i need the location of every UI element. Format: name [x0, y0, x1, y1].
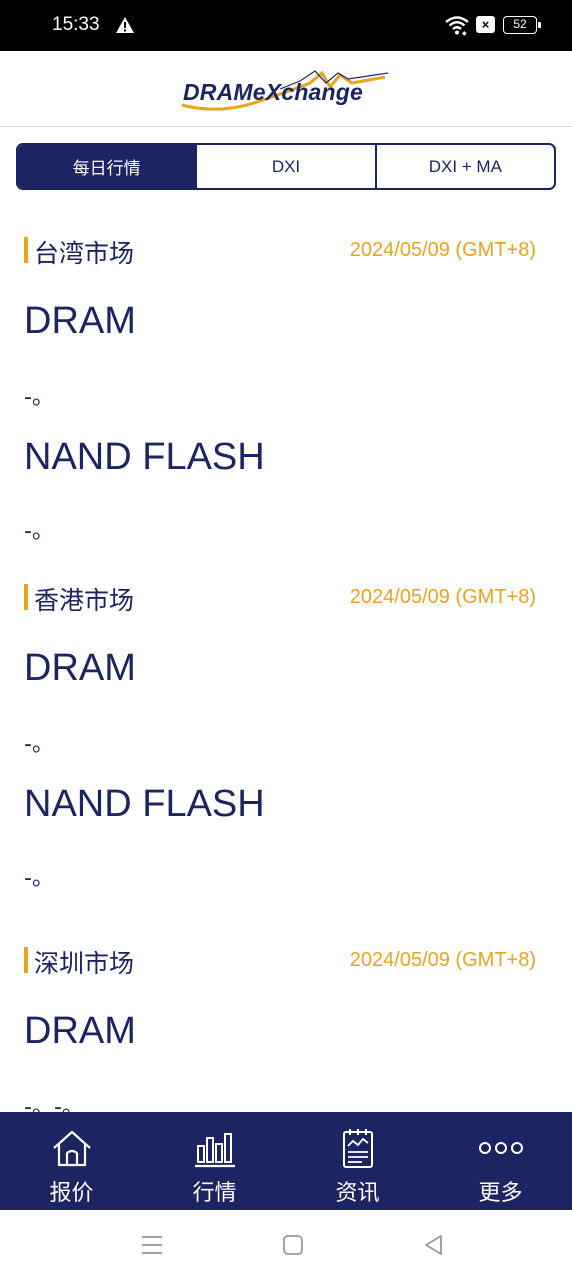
product-name-dram: DRAM — [24, 647, 136, 689]
nav-label: 报价 — [49, 1181, 94, 1206]
market-title: 深圳市场 — [34, 949, 135, 978]
accent-bar — [24, 584, 28, 610]
bar-chart-icon — [194, 1133, 235, 1168]
nav-item-market[interactable]: 行情 — [143, 1112, 286, 1210]
market-header: 深圳市场 2024/05/09 (GMT+8) — [24, 944, 536, 980]
product-value: -。 — [24, 732, 54, 757]
more-icon — [478, 1142, 523, 1154]
bottom-nav: 报价 行情 资讯 更多 — [0, 1112, 572, 1210]
svg-text:◆: ◆ — [462, 31, 467, 36]
battery-icon: 52 — [503, 16, 541, 34]
tab-daily-market[interactable]: 每日行情 — [18, 145, 196, 188]
product-name-nand: NAND FLASH — [24, 436, 265, 478]
product-name-dram: DRAM — [24, 300, 136, 342]
product-value: -。 — [24, 519, 54, 544]
no-sim-icon: × — [476, 16, 495, 33]
back-icon[interactable] — [421, 1232, 447, 1258]
market-content[interactable]: 台湾市场 2024/05/09 (GMT+8) DRAM -。 NAND FLA… — [0, 192, 572, 1112]
product-value: -。-。 — [24, 1095, 84, 1112]
nav-item-more[interactable]: 更多 — [429, 1112, 572, 1210]
status-bar: 15:33 ◆ × 52 — [0, 0, 572, 51]
nav-item-news[interactable]: 资讯 — [286, 1112, 429, 1210]
market-date: 2024/05/09 (GMT+8) — [349, 239, 536, 261]
tab-dxi-ma[interactable]: DXI + MA — [374, 145, 554, 188]
product-name-nand: NAND FLASH — [24, 783, 265, 825]
market-date: 2024/05/09 (GMT+8) — [349, 949, 536, 971]
nav-label: 更多 — [478, 1181, 523, 1206]
logo-text: DRAMeXchange — [183, 79, 364, 105]
accent-bar — [24, 237, 28, 263]
alert-icon — [116, 17, 134, 33]
status-time: 15:33 — [52, 14, 100, 35]
home-square-icon[interactable] — [280, 1232, 306, 1258]
menu-icon[interactable] — [139, 1232, 165, 1258]
market-header: 台湾市场 2024/05/09 (GMT+8) — [24, 234, 536, 270]
product-name-dram: DRAM — [24, 1010, 136, 1052]
wifi-icon: ◆ — [445, 16, 469, 36]
tab-dxi[interactable]: DXI — [195, 145, 374, 188]
home-icon — [52, 1130, 91, 1167]
nav-label: 行情 — [192, 1181, 237, 1206]
nav-label: 资讯 — [335, 1181, 380, 1206]
news-icon — [342, 1129, 373, 1168]
market-header: 香港市场 2024/05/09 (GMT+8) — [24, 581, 536, 617]
market-title: 香港市场 — [34, 586, 135, 615]
nav-item-quotes[interactable]: 报价 — [0, 1112, 143, 1210]
segmented-tabs: 每日行情 DXI DXI + MA — [16, 143, 556, 190]
product-value: -。 — [24, 866, 54, 891]
dramexchange-logo: DRAMeXchange — [180, 65, 390, 115]
system-nav-bar — [0, 1210, 572, 1280]
market-title: 台湾市场 — [34, 239, 135, 268]
app-header: DRAMeXchange — [0, 51, 572, 127]
accent-bar — [24, 947, 28, 973]
product-value: -。 — [24, 385, 54, 410]
market-date: 2024/05/09 (GMT+8) — [349, 586, 536, 608]
